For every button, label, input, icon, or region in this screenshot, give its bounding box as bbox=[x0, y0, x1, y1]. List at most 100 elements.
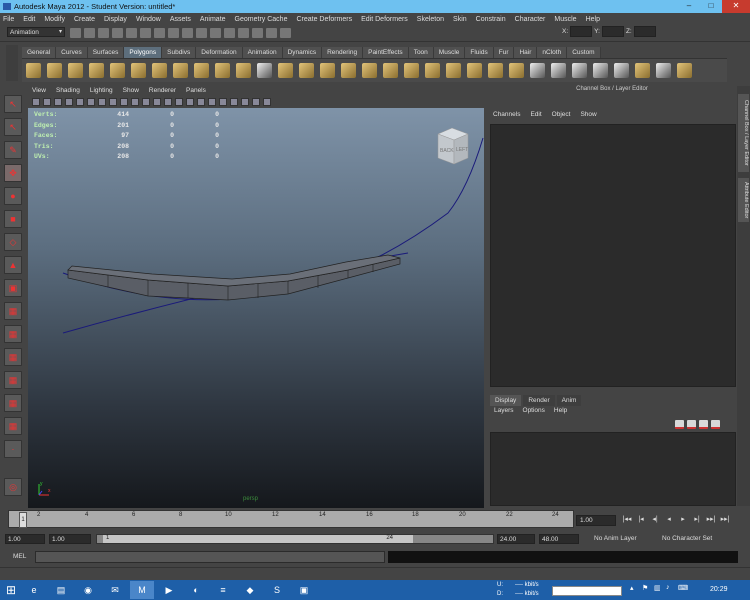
step-forward-frame-button[interactable]: ▸▸| bbox=[704, 515, 718, 526]
snap-point-icon[interactable] bbox=[196, 28, 207, 38]
chrome-icon[interactable]: ◉ bbox=[76, 581, 100, 599]
playback-start-field[interactable]: 1.00 bbox=[49, 534, 91, 544]
poly-torus-icon[interactable] bbox=[131, 63, 146, 78]
tab-hair[interactable]: Hair bbox=[514, 47, 538, 58]
current-frame-field[interactable]: 1.00 bbox=[576, 515, 616, 526]
tab-curves[interactable]: Curves bbox=[56, 47, 88, 58]
create-poly-cube-icon[interactable]: ▣ bbox=[4, 279, 22, 297]
layout-graph-icon[interactable]: ▦ bbox=[4, 394, 22, 412]
menu-set-dropdown[interactable]: Animation bbox=[7, 27, 65, 37]
render-settings-icon[interactable] bbox=[280, 28, 291, 38]
select-by-object-icon[interactable] bbox=[126, 28, 137, 38]
step-forward-key-button[interactable]: ▸| bbox=[690, 515, 704, 526]
reverse-normals-icon[interactable] bbox=[467, 63, 482, 78]
poly-cylinder-icon[interactable] bbox=[68, 63, 83, 78]
command-input[interactable] bbox=[35, 551, 385, 563]
menu-character[interactable]: Character bbox=[515, 16, 546, 23]
layer-menu-help[interactable]: Help bbox=[554, 407, 567, 417]
anim-layer-dropdown[interactable]: No Anim Layer bbox=[594, 535, 637, 542]
insert-edge-loop-icon[interactable] bbox=[383, 63, 398, 78]
animation-start-field[interactable]: 1.00 bbox=[5, 534, 45, 544]
textured-icon[interactable] bbox=[197, 97, 205, 106]
tab-subdivs[interactable]: Subdivs bbox=[162, 47, 197, 58]
scale-tool-icon[interactable]: ■ bbox=[4, 210, 22, 228]
layer-list[interactable] bbox=[490, 432, 736, 506]
lasso-tool-icon[interactable]: ↖ bbox=[4, 118, 22, 136]
app-icon[interactable]: ≡ bbox=[211, 581, 235, 599]
append-icon[interactable] bbox=[320, 63, 335, 78]
view-cube[interactable]: BACK LEFT bbox=[434, 126, 470, 166]
skype-icon[interactable]: S bbox=[265, 581, 289, 599]
ie-icon[interactable]: e bbox=[22, 581, 46, 599]
perspective-viewport[interactable]: Verts: 414 0 0 Edges: 201 0 0 Faces: 97 0 0 Tris:… bbox=[28, 108, 484, 508]
play-backwards-button[interactable]: ◂ bbox=[662, 515, 676, 526]
harden-edge-icon[interactable] bbox=[509, 63, 524, 78]
grease-pencil-icon[interactable] bbox=[76, 97, 84, 106]
automatic-mapping-icon[interactable] bbox=[593, 63, 608, 78]
channel-box-panel[interactable] bbox=[490, 124, 736, 387]
tab-toon[interactable]: Toon bbox=[408, 47, 434, 58]
merge-vertices-icon[interactable] bbox=[446, 63, 461, 78]
layer-menu-layers[interactable]: Layers bbox=[494, 407, 514, 417]
snap-grid-icon[interactable] bbox=[168, 28, 179, 38]
grid-icon[interactable] bbox=[87, 97, 95, 106]
planar-mapping-icon[interactable] bbox=[530, 63, 545, 78]
poly-plane-icon[interactable] bbox=[110, 63, 125, 78]
explorer-icon[interactable]: ▤ bbox=[49, 581, 73, 599]
keyboard-icon[interactable]: ⌨ bbox=[678, 584, 688, 593]
photoshop-icon[interactable]: ◆ bbox=[238, 581, 262, 599]
cb-menu-edit[interactable]: Edit bbox=[530, 111, 541, 122]
wireframe-on-shaded-icon[interactable] bbox=[186, 97, 194, 106]
menu-display[interactable]: Display bbox=[104, 16, 127, 23]
vp-menu-lighting[interactable]: Lighting bbox=[90, 87, 113, 94]
playback-end-field[interactable]: 24.00 bbox=[497, 534, 535, 544]
smooth-shade-icon[interactable] bbox=[175, 97, 183, 106]
tab-ncloth[interactable]: nCloth bbox=[537, 47, 568, 58]
tab-display-layers[interactable]: Display bbox=[490, 395, 522, 406]
menu-create-deformers[interactable]: Create Deformers bbox=[296, 16, 352, 23]
menu-muscle[interactable]: Muscle bbox=[554, 16, 576, 23]
spherical-mapping-icon[interactable] bbox=[572, 63, 587, 78]
go-to-start-button[interactable]: |◂◂ bbox=[620, 515, 634, 526]
app-icon[interactable]: ▣ bbox=[292, 581, 316, 599]
x-ray-joints-icon[interactable] bbox=[263, 97, 271, 106]
save-scene-icon[interactable] bbox=[98, 28, 109, 38]
tab-general[interactable]: General bbox=[22, 47, 57, 58]
cb-menu-show[interactable]: Show bbox=[580, 111, 596, 122]
menu-help[interactable]: Help bbox=[586, 16, 600, 23]
time-slider[interactable]: 1 2 4 6 8 10 12 14 16 18 20 22 24 bbox=[8, 510, 574, 528]
menu-assets[interactable]: Assets bbox=[170, 16, 191, 23]
tray-arrow-icon[interactable]: ▴ bbox=[630, 584, 638, 593]
tab-custom[interactable]: Custom bbox=[567, 47, 601, 58]
layer-menu-options[interactable]: Options bbox=[523, 407, 545, 417]
ambient-occlusion-icon[interactable] bbox=[230, 97, 238, 106]
maya-taskbar-icon[interactable]: M bbox=[130, 581, 154, 599]
vp-menu-panels[interactable]: Panels bbox=[186, 87, 206, 94]
vp-menu-shading[interactable]: Shading bbox=[56, 87, 80, 94]
menu-create[interactable]: Create bbox=[74, 16, 95, 23]
select-by-hierarchy-icon[interactable] bbox=[112, 28, 123, 38]
menu-window[interactable]: Window bbox=[136, 16, 161, 23]
command-language-label[interactable]: MEL bbox=[13, 553, 26, 560]
step-back-frame-button[interactable]: |◂ bbox=[634, 515, 648, 526]
layout-persp-outliner-icon[interactable]: ▦ bbox=[4, 371, 22, 389]
split-polygon-icon[interactable] bbox=[362, 63, 377, 78]
select-by-component-icon[interactable] bbox=[140, 28, 151, 38]
2d-pan-zoom-icon[interactable] bbox=[65, 97, 73, 106]
menu-edit-deformers[interactable]: Edit Deformers bbox=[361, 16, 408, 23]
isolate-select-icon[interactable] bbox=[241, 97, 249, 106]
bookmark-icon[interactable] bbox=[43, 97, 51, 106]
tab-dynamics[interactable]: Dynamics bbox=[282, 47, 323, 58]
tab-anim-layers[interactable]: Anim bbox=[556, 395, 582, 406]
poly-pipe-icon[interactable] bbox=[194, 63, 209, 78]
rotate-tool-icon[interactable]: ● bbox=[4, 187, 22, 205]
last-tool-icon[interactable]: ▲ bbox=[4, 256, 22, 274]
new-scene-icon[interactable] bbox=[70, 28, 81, 38]
move-layer-up-icon[interactable] bbox=[675, 420, 684, 429]
volume-icon[interactable]: ♪ bbox=[666, 584, 674, 593]
shadows-icon[interactable] bbox=[219, 97, 227, 106]
render-icon[interactable] bbox=[252, 28, 263, 38]
poly-pyramid-icon[interactable] bbox=[173, 63, 188, 78]
fill-hole-icon[interactable] bbox=[341, 63, 356, 78]
maximize-button[interactable]: □ bbox=[700, 0, 722, 13]
